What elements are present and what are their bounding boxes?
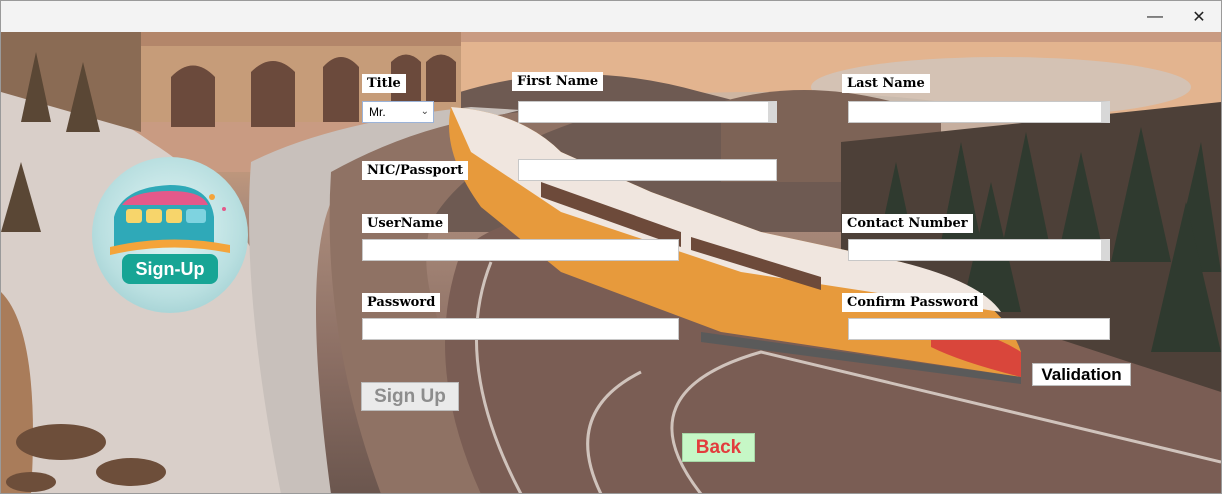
title-label: Title — [362, 74, 406, 93]
validation-button[interactable]: Validation — [1032, 363, 1131, 386]
signup-button[interactable]: Sign Up — [361, 382, 459, 411]
password-field[interactable] — [362, 318, 679, 340]
title-bar: — ✕ — [1, 1, 1221, 32]
last-name-field[interactable] — [848, 101, 1110, 123]
last-name-label: Last Name — [842, 74, 930, 93]
back-button[interactable]: Back — [682, 433, 755, 462]
first-name-label: First Name — [512, 72, 604, 91]
close-icon: ✕ — [1192, 8, 1206, 26]
minimize-button[interactable]: — — [1133, 1, 1177, 32]
close-button[interactable]: ✕ — [1177, 1, 1221, 32]
title-select[interactable]: Mr. ⌄ — [362, 101, 434, 123]
background-image: Sign-Up Title Mr. ⌄ First Name Last Name… — [1, 32, 1221, 493]
contact-number-field[interactable] — [848, 239, 1110, 261]
logo-caption: Sign-Up — [122, 254, 218, 284]
chevron-down-icon: ⌄ — [420, 106, 429, 117]
confirm-password-field[interactable] — [848, 318, 1110, 340]
title-select-value: Mr. — [369, 105, 386, 119]
password-label: Password — [362, 293, 441, 312]
confirm-password-label: Confirm Password — [842, 293, 984, 312]
contact-number-label: Contact Number — [842, 214, 973, 233]
nic-passport-label: NIC/Passport — [362, 161, 469, 180]
signup-window: — ✕ Sign-Up Title Mr. ⌄ First Name Last … — [0, 0, 1222, 494]
nic-passport-field[interactable] — [518, 159, 777, 181]
username-field[interactable] — [362, 239, 679, 261]
username-label: UserName — [362, 214, 449, 233]
first-name-field[interactable] — [518, 101, 777, 123]
signup-logo — [92, 157, 248, 313]
train-icon — [110, 185, 230, 255]
minimize-icon: — — [1147, 7, 1163, 25]
